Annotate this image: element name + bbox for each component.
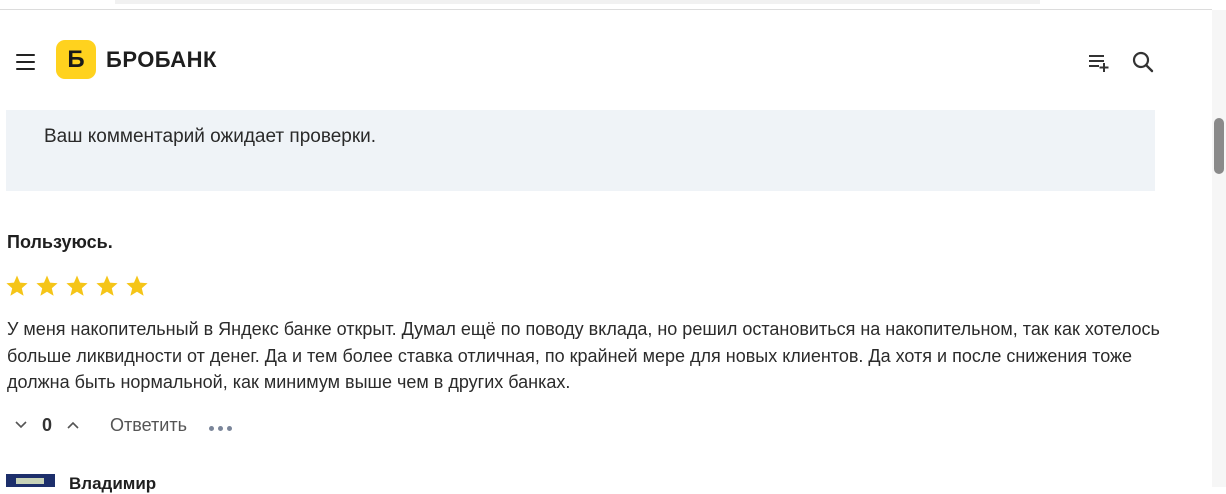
site-header: Б БРОБАНК	[0, 10, 1212, 110]
review-title: Пользуюсь.	[7, 232, 113, 252]
scrollbar-thumb[interactable]	[1214, 118, 1224, 174]
page-scrollbar[interactable]	[1212, 10, 1226, 487]
star-icon	[126, 275, 148, 296]
star-icon	[96, 275, 118, 296]
playlist-add-icon[interactable]	[1087, 50, 1111, 74]
review-body: У меня накопительный в Яндекс банке откр…	[7, 319, 1160, 392]
star-icon	[66, 275, 88, 296]
comment-author-name: Владимир	[69, 474, 157, 493]
chevron-up-icon[interactable]	[66, 418, 80, 432]
rating-stars	[5, 274, 155, 298]
search-icon[interactable]	[1131, 50, 1155, 74]
address-bar-remnant	[115, 0, 1040, 4]
comment-actions: 0 Ответить	[14, 410, 232, 440]
more-options-icon[interactable]	[208, 420, 232, 431]
moderation-notice: Ваш комментарий ожидает проверки.	[6, 110, 1155, 191]
vote-score: 0	[42, 414, 53, 435]
chevron-down-icon[interactable]	[14, 418, 28, 432]
reply-button[interactable]: Ответить	[110, 415, 187, 436]
browser-top-strip	[0, 0, 1212, 10]
star-icon	[36, 275, 58, 296]
avatar	[6, 474, 55, 487]
logo-mark[interactable]: Б	[56, 40, 96, 79]
menu-icon[interactable]	[16, 54, 35, 70]
star-icon	[6, 275, 28, 296]
notice-text: Ваш комментарий ожидает проверки.	[44, 126, 377, 147]
logo-name[interactable]: БРОБАНК	[106, 47, 217, 73]
